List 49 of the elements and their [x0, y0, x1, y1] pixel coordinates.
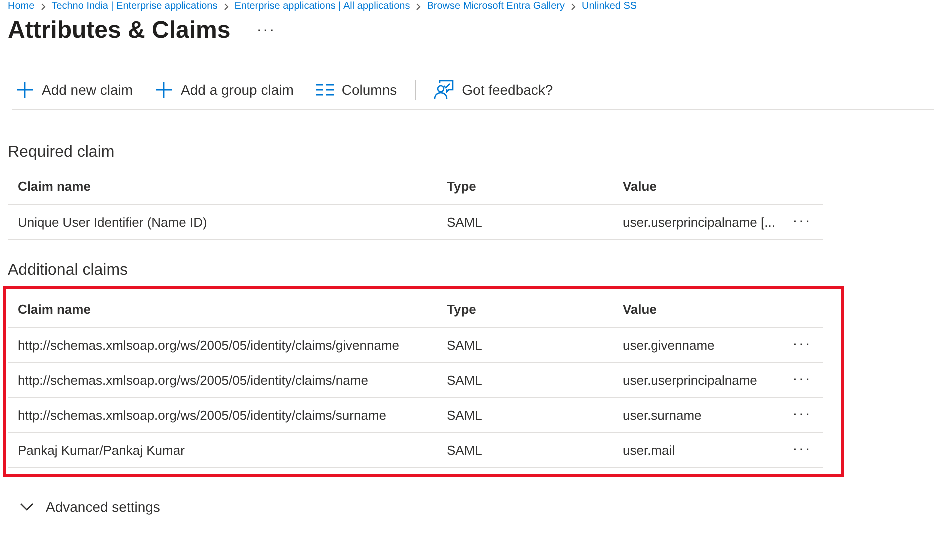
- table-cell-text: SAML: [446, 338, 484, 352]
- column-header: Type: [446, 302, 478, 316]
- table-cell-text: user.userprincipalname [...: [622, 214, 776, 230]
- column-header: Claim name: [17, 178, 92, 194]
- table-cell-text: SAML: [446, 372, 484, 388]
- table-cell-text: user.userprincipalname: [622, 372, 758, 388]
- breadcrumb-link[interactable]: Unlinked SS: [582, 1, 638, 12]
- plus-icon: [155, 81, 174, 99]
- breadcrumb-link[interactable]: Techno India | Enterprise applications: [52, 1, 218, 12]
- plus-icon: [16, 81, 34, 99]
- feedback-icon: [434, 80, 454, 100]
- toolbar-button[interactable]: Got feedback?: [430, 78, 558, 102]
- section-title: Required claim: [8, 144, 115, 162]
- table-cell-text: http://schemas.xmlsoap.org/ws/2005/05/identity/claims/name: [17, 372, 370, 388]
- more-button[interactable]: ···: [788, 213, 816, 231]
- more-button[interactable]: ···: [788, 371, 816, 389]
- chevron-icon: [40, 2, 46, 10]
- column-header: Type: [446, 178, 478, 194]
- table-cell-text: http://schemas.xmlsoap.org/ws/2005/05/identity/claims/givenname: [17, 338, 401, 352]
- more-button[interactable]: ···: [788, 441, 816, 459]
- table-cell-text: http://schemas.xmlsoap.org/ws/2005/05/identity/claims/surname: [17, 408, 388, 422]
- more-button[interactable]: ···: [252, 22, 280, 40]
- table-cell-text: SAML: [446, 442, 484, 458]
- advanced-settings-toggle[interactable]: Advanced settings: [20, 499, 160, 515]
- chevron-icon: [20, 503, 34, 511]
- breadcrumb-link[interactable]: Browse Microsoft Entra Gallery: [427, 1, 566, 12]
- more-button[interactable]: ···: [788, 336, 816, 354]
- chevron-icon: [416, 2, 422, 10]
- chevron-icon: [224, 2, 229, 10]
- toolbar-button[interactable]: Add a group claim: [151, 79, 298, 101]
- table-cell-text: user.mail: [622, 442, 676, 458]
- toolbar-button[interactable]: Add new claim: [12, 79, 138, 101]
- breadcrumb-link[interactable]: Enterprise applications | All applications: [234, 1, 410, 12]
- table-cell-text: user.surname: [622, 408, 703, 422]
- breadcrumb-link[interactable]: Home: [8, 1, 35, 12]
- table-cell-text: SAML: [446, 214, 484, 230]
- columns-icon: [316, 83, 334, 97]
- table-cell-text: Pankaj Kumar/Pankaj Kumar: [17, 442, 186, 458]
- page-title: Attributes & Claims: [8, 17, 231, 45]
- column-header: Value: [622, 178, 658, 194]
- toolbar-button[interactable]: Columns: [312, 80, 402, 100]
- more-button[interactable]: ···: [788, 406, 816, 424]
- table-cell-text: user.givenname: [622, 338, 716, 352]
- column-header: Claim name: [17, 302, 92, 316]
- chevron-icon: [571, 2, 576, 10]
- section-title: Additional claims: [8, 262, 128, 280]
- column-header: Value: [622, 302, 658, 316]
- table-cell-text: Unique User Identifier (Name ID): [17, 214, 208, 230]
- table-cell-text: SAML: [446, 408, 484, 422]
